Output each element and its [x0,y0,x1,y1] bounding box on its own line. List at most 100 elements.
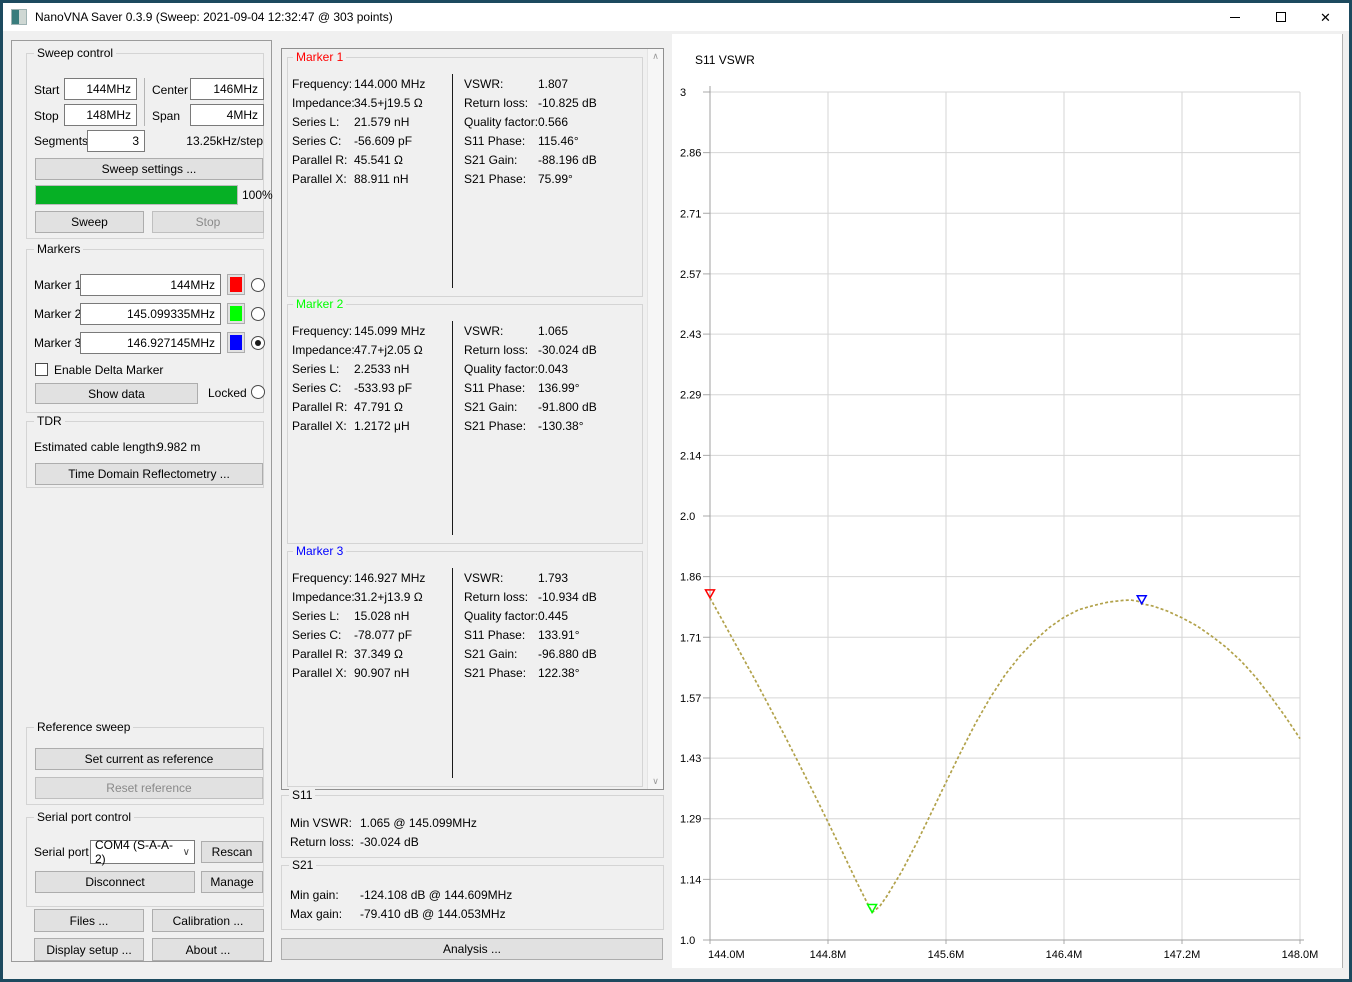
x-tick-label: 145.6M [928,949,965,961]
detail-value: -10.825 dB [538,96,597,110]
serial-port-select[interactable]: COM4 (S-A-A-2) ∨ [90,840,195,864]
detail-row: Max gain:-79.410 dB @ 144.053MHz [290,904,655,923]
stop-input[interactable] [64,104,137,126]
maximize-button[interactable] [1258,3,1303,31]
y-tick-label: 1.57 [680,693,701,705]
minimize-icon [1230,17,1240,18]
detail-row: Parallel X:88.911 nH [292,169,450,188]
set-reference-button[interactable]: Set current as reference [35,748,263,770]
detail-label: S11 Phase: [464,134,538,148]
disconnect-button[interactable]: Disconnect [35,871,195,893]
detail-label: S21 Phase: [464,172,538,186]
detail-label: Parallel R: [292,647,354,661]
enable-delta-label: Enable Delta Marker [54,363,163,377]
detail-row: Parallel R:47.791 Ω [292,397,450,416]
detail-row: S21 Phase:75.99° [464,169,638,188]
detail-row: S11 Phase:136.99° [464,378,638,397]
vertical-scrollbar[interactable]: ∧ ∨ [647,49,663,789]
locked-radio[interactable] [251,385,265,399]
y-tick-label: 1.43 [680,753,701,765]
y-tick-label: 2.86 [680,148,701,160]
sweep-progress-bar [35,185,238,205]
detail-value: 75.99° [538,172,573,186]
sweep-settings-button[interactable]: Sweep settings ... [35,158,263,180]
left-control-panel: Sweep control Start Center Stop Span Seg… [11,40,272,962]
center-input[interactable] [190,78,264,100]
marker3-color-button[interactable] [227,332,245,353]
close-button[interactable]: ✕ [1303,3,1348,31]
show-data-button[interactable]: Show data [35,383,198,404]
detail-value: -30.024 dB [360,835,419,849]
marker2-input[interactable] [80,303,221,325]
tdr-group: TDR Estimated cable length: 9.982 m Time… [26,421,264,488]
segments-input[interactable] [87,130,145,152]
detail-label: Quality factor: [464,609,538,623]
marker1-input[interactable] [80,274,221,296]
detail-label: VSWR: [464,77,538,91]
detail-row: S21 Gain:-88.196 dB [464,150,638,169]
marker2-radio[interactable] [251,307,265,321]
scroll-up-icon[interactable]: ∧ [648,49,663,64]
files-button[interactable]: Files ... [34,909,144,932]
detail-value: 2.2533 nH [354,362,409,376]
marker1-radio[interactable] [251,278,265,292]
cable-length-label: Estimated cable length: [34,440,159,454]
detail-value: 90.907 nH [354,666,409,680]
chart-title: S11 VSWR [695,53,755,67]
y-tick-label: 3 [680,87,686,99]
detail-row: Quality factor:0.043 [464,359,638,378]
markers-group: Markers Marker 1 Marker 2 Marker 3 Enabl… [26,249,264,413]
marker3-input[interactable] [80,332,221,354]
detail-label: Impedance: [292,96,354,110]
marker3-radio[interactable] [251,336,265,350]
scroll-down-icon[interactable]: ∨ [648,774,663,789]
detail-row: Series L:21.579 nH [292,112,450,131]
marker1-left-column: Frequency:144.000 MHzImpedance:34.5+j19.… [292,74,450,188]
display-setup-button[interactable]: Display setup ... [34,938,144,961]
chart-marker-triangle [1137,596,1146,604]
marker2-left-column: Frequency:145.099 MHzImpedance:47.7+j2.0… [292,321,450,435]
rescan-button[interactable]: Rescan [201,841,263,863]
detail-value: 1.793 [538,571,568,585]
span-label: Span [152,109,180,123]
span-input[interactable] [190,104,264,126]
enable-delta-checkbox[interactable] [35,363,48,376]
serial-port-value: COM4 (S-A-A-2) [95,838,183,866]
detail-value: 144.000 MHz [354,77,425,91]
detail-row: Series L:2.2533 nH [292,359,450,378]
start-input[interactable] [64,78,137,100]
detail-row: VSWR:1.807 [464,74,638,93]
calibration-button[interactable]: Calibration ... [152,909,264,932]
detail-row: Series C:-533.93 pF [292,378,450,397]
detail-label: VSWR: [464,324,538,338]
title-bar[interactable]: NanoVNA Saver 0.3.9 (Sweep: 2021-09-04 1… [3,3,1349,31]
about-button[interactable]: About ... [152,938,264,961]
detail-label: Return loss: [290,835,360,849]
marker3-details-box: Marker 3 Frequency:146.927 MHzImpedance:… [287,551,643,787]
marker2-color-button[interactable] [227,303,245,324]
analysis-button[interactable]: Analysis ... [281,938,663,960]
sweep-button[interactable]: Sweep [35,211,144,233]
detail-row: Impedance:34.5+j19.5 Ω [292,93,450,112]
detail-label: Parallel R: [292,400,354,414]
reset-reference-button[interactable]: Reset reference [35,777,263,799]
tdr-button[interactable]: Time Domain Reflectometry ... [35,463,263,485]
detail-value: -79.410 dB @ 144.053MHz [360,907,506,921]
detail-value: -10.934 dB [538,590,597,604]
sweep-divider [144,78,145,126]
detail-row: Parallel R:45.541 Ω [292,150,450,169]
detail-label: S21 Gain: [464,153,538,167]
detail-value: 1.065 @ 145.099MHz [360,816,477,830]
serial-port-group: Serial port control Serial port COM4 (S-… [26,817,264,907]
stop-sweep-button[interactable]: Stop [152,211,264,233]
window-title: NanoVNA Saver 0.3.9 (Sweep: 2021-09-04 1… [35,10,393,24]
detail-value: 122.38° [538,666,580,680]
minimize-button[interactable] [1212,3,1257,31]
marker3-details-title: Marker 3 [293,544,346,558]
s11-vswr-chart[interactable]: 32.862.712.572.432.292.142.01.861.711.57… [672,34,1342,968]
vswr-chart-panel[interactable]: 32.862.712.572.432.292.142.01.861.711.57… [672,34,1343,968]
manage-button[interactable]: Manage [201,871,263,893]
detail-value: 45.541 Ω [354,153,403,167]
detail-value: 1.2172 μH [354,419,410,433]
marker1-color-button[interactable] [227,274,245,295]
